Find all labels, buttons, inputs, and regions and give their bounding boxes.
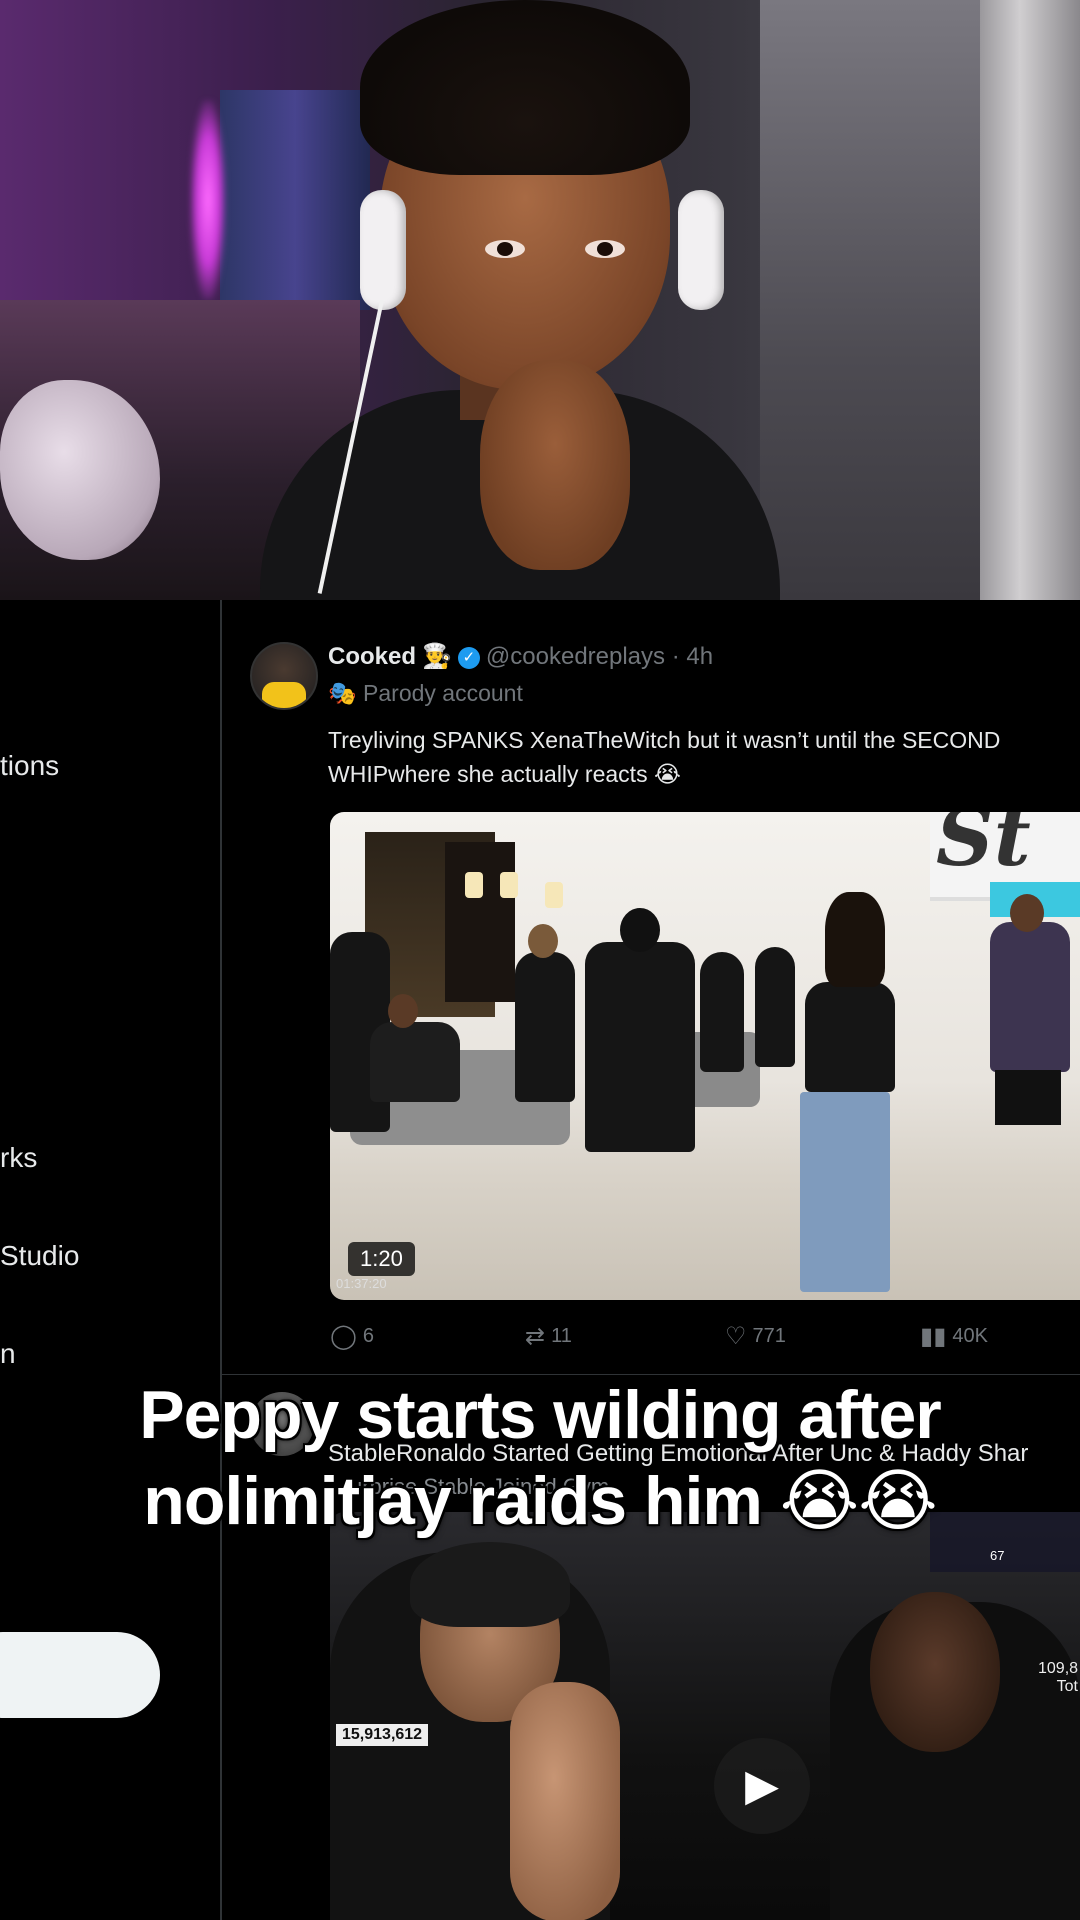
streamer-hand xyxy=(480,360,630,570)
stream-overlay-value: 67 xyxy=(990,1548,1005,1563)
video-caption: Peppy starts wilding after nolimitjay ra… xyxy=(40,1372,1040,1544)
streamer-eye-left xyxy=(485,240,525,258)
tweet-header: Cooked 👨‍🍳 ✓ @cookedreplays · 4h xyxy=(328,642,713,671)
headphone-right xyxy=(678,190,724,310)
reply-button[interactable]: ◯ 6 xyxy=(330,1322,374,1351)
views-count: 40K xyxy=(952,1325,989,1347)
side-stat-label: Tot xyxy=(1056,1678,1078,1695)
seated-person xyxy=(370,1022,460,1102)
sidebar-item-more[interactable]: n xyxy=(0,1338,16,1370)
sign-text: St xyxy=(936,812,1031,884)
post-button[interactable] xyxy=(0,1632,160,1718)
avatar-jersey xyxy=(262,682,306,708)
author-name[interactable]: Cooked xyxy=(328,643,416,670)
person-shorts xyxy=(995,1070,1061,1125)
reply-count: 6 xyxy=(362,1325,374,1347)
side-stat: 109,8 Tot xyxy=(1038,1660,1078,1696)
pendant-lamp xyxy=(465,872,483,898)
door-frame xyxy=(980,0,1080,600)
streamer-hair xyxy=(360,0,690,175)
tweet-video[interactable]: St 1:20 01:37:20 xyxy=(330,812,1080,1300)
parody-label-text: Parody account xyxy=(363,680,523,706)
woman-braids xyxy=(825,892,885,987)
caption-line-1: Peppy starts wilding after xyxy=(139,1377,942,1453)
views-button[interactable]: ▮▮ 40K xyxy=(920,1322,988,1351)
tweet-video[interactable]: 67 15,913,612 109,8 Tot ▶ xyxy=(330,1512,1080,1920)
woman-black-top xyxy=(805,982,895,1092)
seated-person-head xyxy=(388,994,418,1028)
durag xyxy=(410,1542,570,1627)
side-stat-value: 109,8 xyxy=(1038,1660,1079,1677)
verified-badge-icon: ✓ xyxy=(457,647,480,669)
streamer-eye-right xyxy=(585,240,625,258)
like-button[interactable]: ♡ 771 xyxy=(725,1322,786,1351)
parody-mask-icon: 🎭 xyxy=(328,680,357,706)
pendant-lamp xyxy=(545,882,563,908)
man-durag-arm xyxy=(510,1682,620,1920)
reply-icon: ◯ xyxy=(330,1323,357,1350)
chef-emoji: 👨‍🍳 xyxy=(422,643,452,670)
parody-label: 🎭 Parody account xyxy=(328,680,523,707)
webcam-feed xyxy=(0,0,1080,600)
person-purple-hoodie xyxy=(990,922,1070,1072)
repost-button[interactable]: ⇄ 11 xyxy=(525,1322,572,1351)
post-time[interactable]: · 4h xyxy=(672,643,713,670)
views-icon: ▮▮ xyxy=(920,1323,947,1350)
avatar[interactable] xyxy=(250,642,318,710)
person-black-hoodie-head xyxy=(620,908,660,952)
sidebar-item-bookmarks[interactable]: rks xyxy=(0,1142,37,1174)
sidebar-item-notifications[interactable]: tions xyxy=(0,750,59,782)
standing-person xyxy=(515,952,575,1102)
sidebar-item-creator-studio[interactable]: Studio xyxy=(0,1240,79,1272)
caption-line-2: nolimitjay raids him 😭😭 xyxy=(143,1463,937,1539)
background-person xyxy=(700,952,744,1072)
person-black-hoodie xyxy=(585,942,695,1152)
author-handle[interactable]: @cookedreplays xyxy=(486,643,665,670)
video-duration: 1:20 xyxy=(348,1242,415,1276)
like-count: 771 xyxy=(752,1325,786,1347)
repost-icon: ⇄ xyxy=(525,1323,546,1350)
tweet-text: Treyliving SPANKS XenaTheWitch but it wa… xyxy=(328,727,1001,787)
like-icon: ♡ xyxy=(725,1323,747,1350)
neon-light xyxy=(190,100,226,300)
pendant-lamp xyxy=(500,872,518,898)
standing-person-head xyxy=(528,924,558,958)
play-icon[interactable]: ▶ xyxy=(714,1738,810,1834)
woman-jeans xyxy=(800,1092,890,1292)
streamer xyxy=(260,0,780,600)
man-tank-top-face xyxy=(870,1592,1000,1752)
video-timestamp: 01:37:20 xyxy=(336,1276,387,1291)
repost-count: 11 xyxy=(551,1325,572,1347)
background-person xyxy=(755,947,795,1067)
dark-shelf xyxy=(445,842,515,1002)
viewer-counter: 15,913,612 xyxy=(336,1724,429,1746)
headphone-left xyxy=(360,190,406,310)
person-purple-hoodie-head xyxy=(1010,894,1044,932)
tweet-actions: ◯ 6 ⇄ 11 ♡ 771 ▮▮ 40K xyxy=(330,1322,1080,1362)
